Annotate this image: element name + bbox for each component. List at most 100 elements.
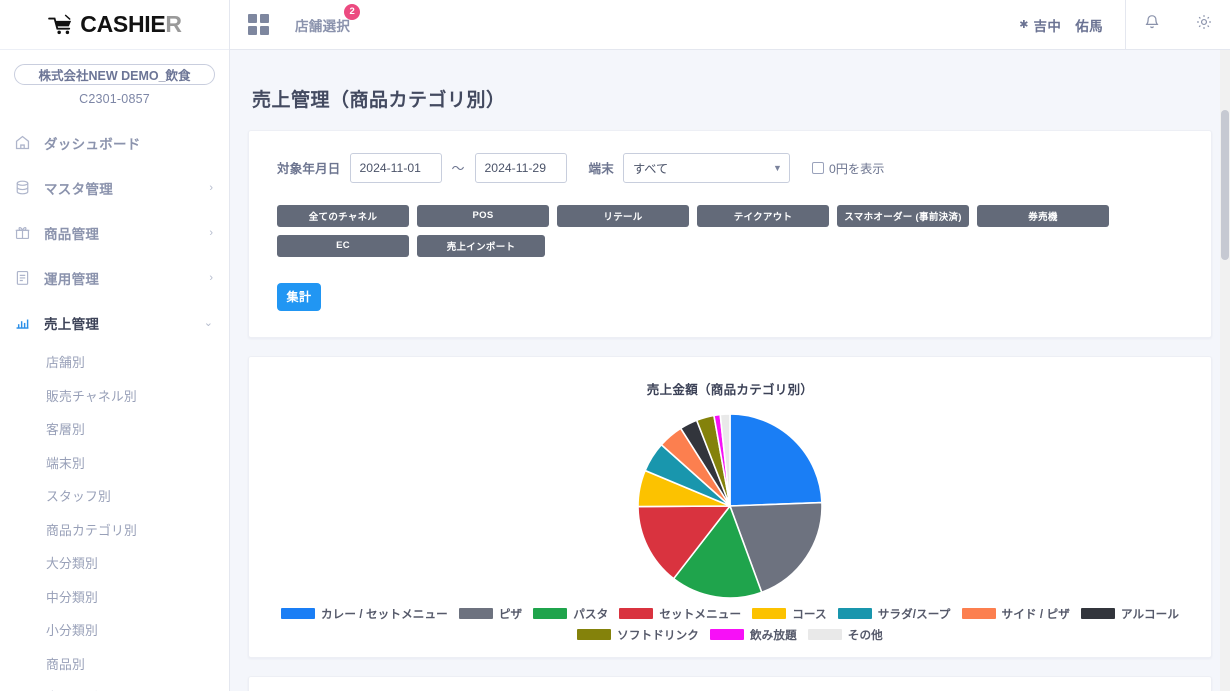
channel-button-sales-import[interactable]: 売上インポート	[417, 235, 545, 257]
sidebar-subitem-customer-segment[interactable]: 客層別	[0, 412, 229, 446]
chevron-right-icon: ›	[209, 227, 213, 239]
channel-button-group: 全てのチャネル POS リテール テイクアウト スマホオーダー (事前決済) 券…	[249, 183, 1211, 257]
sidebar-subitem-label: 大分類別	[46, 553, 98, 572]
sidebar-subitem-label: 商品オプション別	[46, 687, 150, 691]
date-to-input[interactable]	[475, 153, 567, 183]
legend-item[interactable]: アルコール	[1081, 606, 1179, 622]
sidebar-subitem-channel[interactable]: 販売チャネル別	[0, 379, 229, 413]
sidebar-subitem-label: 中分類別	[46, 587, 98, 606]
pie-chart[interactable]	[636, 412, 824, 600]
sidebar-subitem-product[interactable]: 商品別	[0, 647, 229, 681]
chevron-right-icon: ›	[209, 272, 213, 284]
user-menu[interactable]: ✱ 吉中 佑馬	[1019, 15, 1125, 35]
gear-icon	[1195, 13, 1213, 36]
terminal-select-wrapper: ▼	[623, 153, 790, 183]
date-range-separator: ～	[452, 158, 465, 177]
legend-item[interactable]: その他	[808, 627, 883, 643]
sidebar-subitem-major-class[interactable]: 大分類別	[0, 546, 229, 580]
sidebar-subitem-product-option[interactable]: 商品オプション別	[0, 680, 229, 691]
terminal-label: 端末	[589, 158, 614, 177]
store-select-badge: 2	[344, 4, 360, 20]
legend-item[interactable]: ソフトドリンク	[577, 627, 699, 643]
clipboard-icon	[14, 269, 44, 286]
page-title: 売上管理（商品カテゴリ別）	[230, 63, 1230, 112]
date-range-label: 対象年月日	[277, 158, 341, 177]
sidebar-item-products[interactable]: 商品管理 ›	[0, 210, 229, 255]
store-select-button[interactable]: 店舗選択 2	[295, 15, 350, 35]
legend-swatch	[962, 608, 996, 619]
legend-swatch	[459, 608, 493, 619]
sidebar-item-label: ダッシュボード	[44, 133, 213, 153]
totals-card: 売上合計	[248, 676, 1212, 691]
sidebar-subitem-staff[interactable]: スタッフ別	[0, 479, 229, 513]
legend-item[interactable]: サイド / ピザ	[962, 606, 1070, 622]
legend-label: カレー / セットメニュー	[321, 606, 448, 622]
company-name-text: 株式会社NEW DEMO_飲食	[38, 65, 190, 84]
grid-icon[interactable]	[248, 14, 269, 35]
legend-swatch	[281, 608, 315, 619]
sidebar-subitem-minor-class[interactable]: 小分類別	[0, 613, 229, 647]
company-name-badge: 株式会社NEW DEMO_飲食	[14, 64, 215, 85]
zero-yen-checkbox[interactable]: 0円を表示	[812, 159, 885, 177]
channel-button-ec[interactable]: EC	[277, 235, 409, 257]
company-code: C2301-0857	[0, 92, 229, 106]
sidebar-item-master[interactable]: マスタ管理 ›	[0, 165, 229, 210]
settings-button[interactable]	[1178, 0, 1230, 50]
filter-row: 対象年月日 ～ 端末 ▼ 0円を表示	[249, 131, 1211, 183]
legend-swatch	[752, 608, 786, 619]
channel-button-smartphone-order[interactable]: スマホオーダー (事前決済)	[837, 205, 969, 227]
aggregate-button[interactable]: 集計	[277, 283, 321, 311]
legend-label: ソフトドリンク	[617, 627, 699, 643]
terminal-select[interactable]	[623, 153, 790, 183]
sidebar-item-dashboard[interactable]: ダッシュボード	[0, 120, 229, 165]
legend-label: パスタ	[573, 606, 608, 622]
channel-button-takeout[interactable]: テイクアウト	[697, 205, 829, 227]
user-name: 吉中 佑馬	[1034, 15, 1104, 35]
totals-title: 売上合計	[249, 677, 1211, 691]
sidebar-item-operations[interactable]: 運用管理 ›	[0, 255, 229, 300]
sidebar-item-label: 商品管理	[44, 223, 209, 243]
date-from-input[interactable]	[350, 153, 442, 183]
sidebar-item-label: 運用管理	[44, 268, 209, 288]
legend-item[interactable]: コース	[752, 606, 827, 622]
filter-card: 対象年月日 ～ 端末 ▼ 0円を表示 全ての	[248, 130, 1212, 338]
sidebar-subitem-middle-class[interactable]: 中分類別	[0, 580, 229, 614]
sidebar-subitem-product-category[interactable]: 商品カテゴリ別	[0, 513, 229, 547]
legend-item[interactable]: 飲み放題	[710, 627, 797, 643]
bell-icon	[1143, 13, 1161, 36]
app-root: CASHIER 株式会社NEW DEMO_飲食 C2301-0857 ダッシュボ…	[0, 0, 1230, 691]
sidebar-subitem-label: 商品別	[46, 654, 85, 673]
aggregate-button-wrapper: 集計	[249, 265, 1211, 337]
sidebar-subitem-store[interactable]: 店舗別	[0, 345, 229, 379]
checkbox-box[interactable]	[812, 162, 824, 174]
sidebar-item-sales[interactable]: 売上管理 ⌄	[0, 300, 229, 345]
legend-item[interactable]: セットメニュー	[619, 606, 741, 622]
store-select-label: 店舗選択	[295, 15, 350, 35]
sidebar-subitem-label: 販売チャネル別	[46, 386, 137, 405]
legend-item[interactable]: パスタ	[533, 606, 608, 622]
scrollbar-thumb[interactable]	[1221, 110, 1229, 260]
channel-button-retail[interactable]: リテール	[557, 205, 689, 227]
sidebar: CASHIER 株式会社NEW DEMO_飲食 C2301-0857 ダッシュボ…	[0, 0, 230, 691]
channel-row-2: EC 売上インポート	[277, 235, 1211, 257]
chart-card: 売上金額（商品カテゴリ別） カレー / セットメニューピザパスタセットメニューコ…	[248, 356, 1212, 658]
channel-row-1: 全てのチャネル POS リテール テイクアウト スマホオーダー (事前決済) 券…	[277, 205, 1211, 227]
content-scrollbar[interactable]	[1220, 50, 1230, 691]
notifications-button[interactable]	[1126, 0, 1178, 50]
channel-button-all[interactable]: 全てのチャネル	[277, 205, 409, 227]
sidebar-subitem-label: 商品カテゴリ別	[46, 520, 137, 539]
chevron-right-icon: ›	[209, 182, 213, 194]
channel-button-pos[interactable]: POS	[417, 205, 549, 227]
brand-logo[interactable]: CASHIER	[0, 0, 229, 50]
channel-button-ticket-machine[interactable]: 券売機	[977, 205, 1109, 227]
pie-slice[interactable]	[730, 414, 822, 506]
sidebar-subitem-label: スタッフ別	[46, 486, 111, 505]
database-icon	[14, 179, 44, 196]
legend-item[interactable]: サラダ/スープ	[838, 606, 951, 622]
legend-item[interactable]: カレー / セットメニュー	[281, 606, 448, 622]
legend-label: その他	[848, 627, 883, 643]
sidebar-subitem-terminal[interactable]: 端末別	[0, 446, 229, 480]
legend-swatch	[619, 608, 653, 619]
legend-item[interactable]: ピザ	[459, 606, 522, 622]
legend-label: 飲み放題	[750, 627, 797, 643]
